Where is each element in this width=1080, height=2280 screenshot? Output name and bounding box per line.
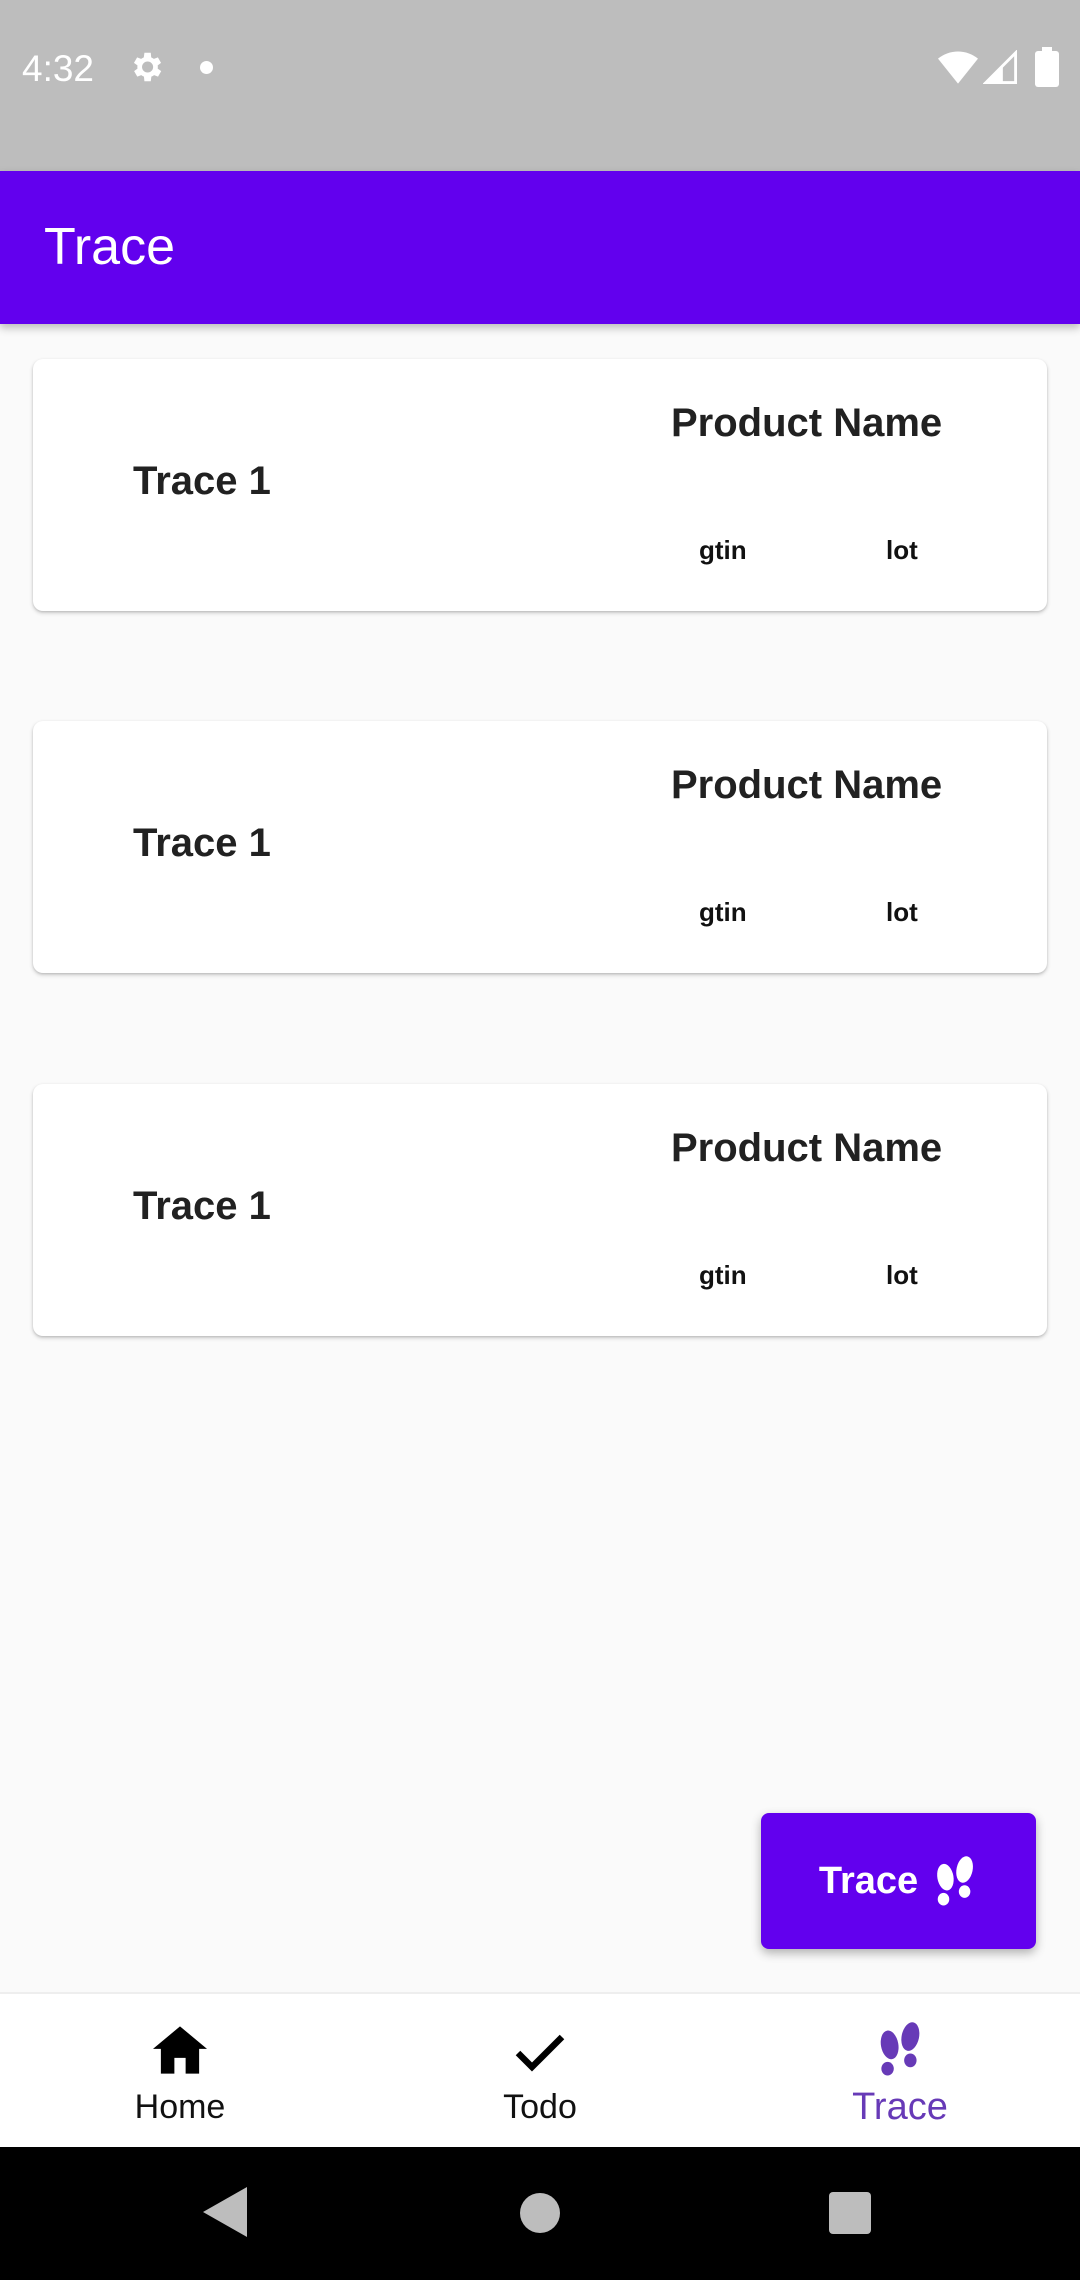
nav-label-todo: Todo bbox=[503, 2088, 577, 2126]
fab-label: Trace bbox=[818, 1859, 919, 1902]
lot-label: lot bbox=[886, 535, 918, 565]
gtin-label: gtin bbox=[699, 897, 747, 927]
product-name-label: Product Name bbox=[671, 763, 943, 807]
trace-card[interactable]: Trace 1 Product Name gtin lot bbox=[33, 721, 1047, 973]
product-name-label: Product Name bbox=[671, 401, 943, 445]
nav-label-trace: Trace bbox=[852, 2086, 948, 2128]
system-navigation-bar bbox=[0, 2147, 1080, 2280]
lot-label: lot bbox=[886, 1260, 918, 1290]
app-bar: Trace bbox=[0, 171, 1080, 324]
screen: 4:32 Trace Trace 1 Product Name gtin lot… bbox=[0, 0, 1080, 2280]
trace-fab-button[interactable]: Trace bbox=[761, 1813, 1036, 1949]
nav-item-home[interactable]: Home bbox=[0, 1994, 360, 2149]
nav-label-home: Home bbox=[134, 2088, 226, 2126]
nav-item-trace[interactable]: Trace bbox=[720, 1994, 1080, 2149]
cell-signal-icon bbox=[983, 50, 1017, 84]
card-title: Trace 1 bbox=[133, 821, 271, 865]
status-bar: 4:32 bbox=[0, 0, 1080, 171]
trace-card[interactable]: Trace 1 Product Name gtin lot bbox=[33, 1084, 1047, 1336]
nav-item-todo[interactable]: Todo bbox=[360, 1994, 720, 2149]
wifi-icon bbox=[938, 51, 978, 84]
check-icon bbox=[515, 2034, 565, 2072]
product-name-label: Product Name bbox=[671, 1126, 943, 1170]
lot-label: lot bbox=[886, 897, 918, 927]
bottom-navigation: Home Todo Trace bbox=[0, 1992, 1080, 2147]
home-icon bbox=[153, 2026, 207, 2074]
home-circle-icon[interactable] bbox=[518, 2191, 562, 2235]
settings-gear-icon bbox=[133, 52, 162, 82]
gtin-label: gtin bbox=[699, 1260, 747, 1290]
card-title: Trace 1 bbox=[133, 1184, 271, 1228]
battery-icon bbox=[1035, 47, 1059, 87]
gtin-label: gtin bbox=[699, 535, 747, 565]
page-title: Trace bbox=[44, 218, 175, 276]
recents-square-icon[interactable] bbox=[829, 2192, 871, 2234]
card-title: Trace 1 bbox=[133, 459, 271, 503]
trace-card[interactable]: Trace 1 Product Name gtin lot bbox=[33, 359, 1047, 611]
footprints-icon bbox=[937, 1856, 974, 1906]
status-time: 4:32 bbox=[22, 48, 95, 89]
notification-dot-icon bbox=[200, 61, 213, 74]
footprints-icon bbox=[880, 2022, 920, 2076]
back-triangle-icon[interactable] bbox=[203, 2187, 247, 2237]
